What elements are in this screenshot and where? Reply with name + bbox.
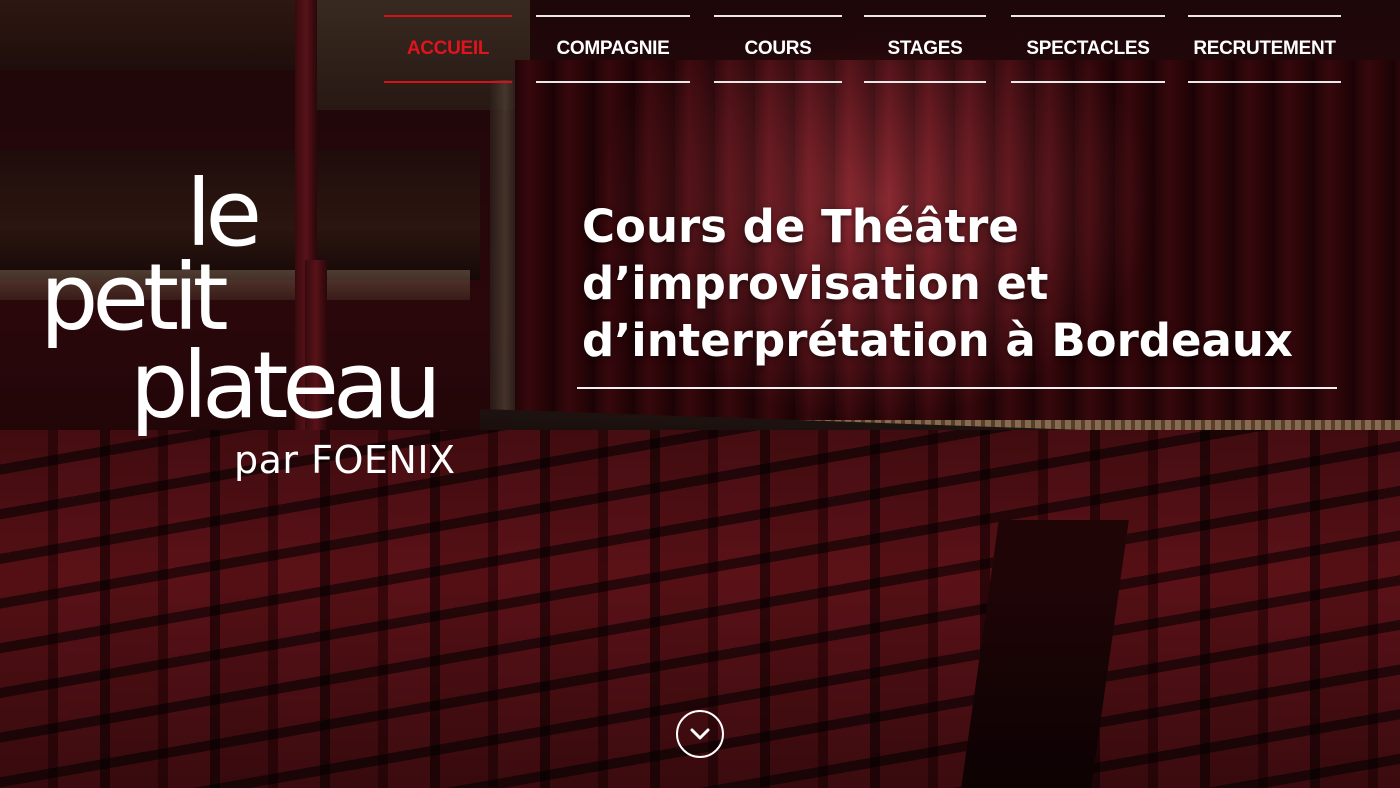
logo-line-petit: petit (40, 244, 229, 351)
nav-item-spectacles[interactable]: SPECTACLES (1011, 15, 1165, 83)
nav-item-cours[interactable]: COURS (714, 15, 842, 83)
headline-divider (577, 387, 1337, 389)
nav-item-stages[interactable]: STAGES (864, 15, 986, 83)
headline-line: d’improvisation et (582, 257, 1049, 310)
scroll-down-button[interactable] (676, 710, 724, 758)
nav-item-compagnie[interactable]: COMPAGNIE (536, 15, 690, 83)
headline-line: Cours de Théâtre (582, 200, 1019, 253)
main-nav: ACCUEIL COMPAGNIE COURS STAGES SPECTACLE… (0, 15, 1400, 83)
nav-item-accueil[interactable]: ACCUEIL (384, 15, 512, 83)
chevron-down-icon (690, 728, 710, 740)
headline-line: d’interprétation à Bordeaux (582, 314, 1293, 367)
nav-item-recrutement[interactable]: RECRUTEMENT (1188, 15, 1341, 83)
logo-tagline: par FOENIX (234, 438, 456, 482)
logo-line-plateau: plateau (130, 332, 442, 439)
hero-headline: Cours de Théâtre d’improvisation et d’in… (582, 198, 1342, 369)
